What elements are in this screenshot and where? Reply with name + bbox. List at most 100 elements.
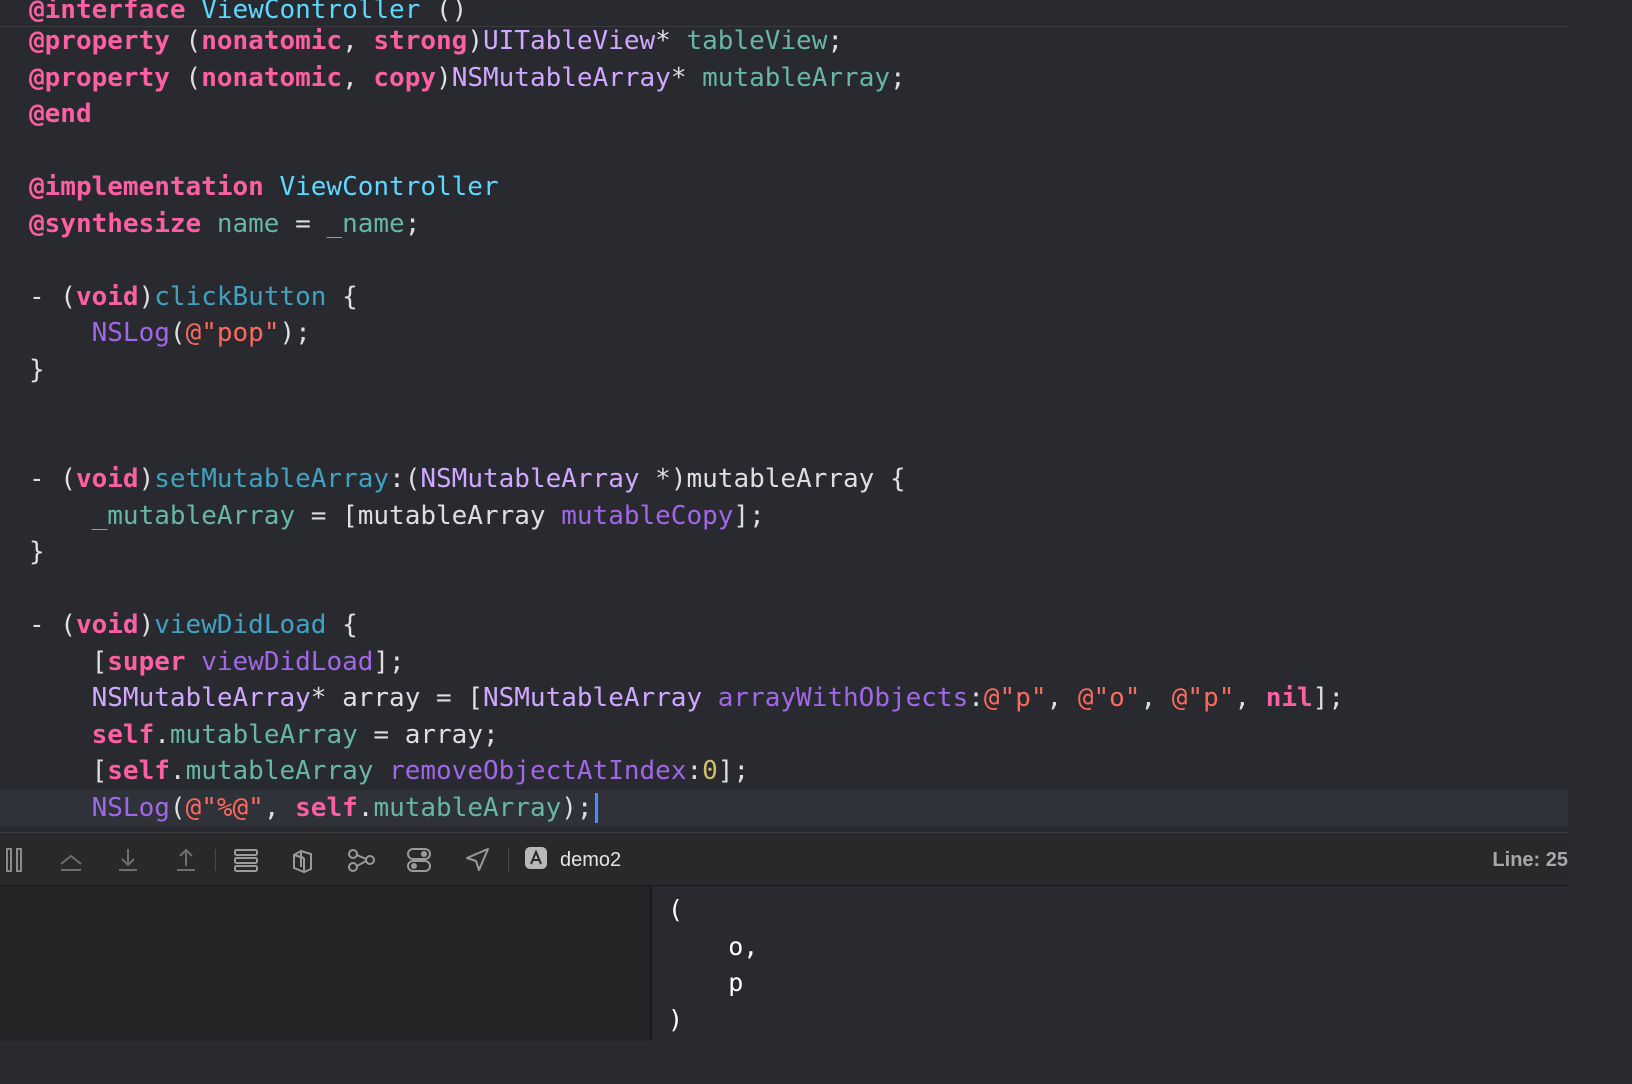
- code-token: [: [29, 646, 108, 677]
- code-line[interactable]: NSMutableArray* array = [NSMutableArray …: [0, 680, 1568, 717]
- code-token: ): [138, 610, 155, 640]
- code-line[interactable]: NSLog(@"pop");: [0, 315, 1568, 352]
- code-token: *: [670, 62, 703, 93]
- code-token: nonatomic: [201, 62, 343, 93]
- current-code-line[interactable]: NSLog(@"%@", self.mutableArray);: [0, 789, 1568, 826]
- environment-overrides-icon[interactable]: [345, 845, 377, 875]
- code-token: mutableArray: [702, 62, 890, 93]
- step-over-icon[interactable]: [55, 845, 87, 875]
- code-token: NSMutableArray: [451, 62, 671, 93]
- code-token: @property: [29, 62, 170, 93]
- code-token: }: [29, 354, 45, 385]
- step-out-icon[interactable]: [170, 845, 202, 875]
- console-line: o,: [668, 931, 759, 961]
- step-into-icon[interactable]: [112, 845, 144, 875]
- code-token: ;: [404, 208, 421, 239]
- debug-view-hierarchy-icon[interactable]: [230, 845, 262, 875]
- code-line[interactable]: }: [0, 534, 1568, 571]
- code-token: @implementation: [29, 172, 264, 202]
- code-token: }: [29, 537, 45, 567]
- code-token: ): [467, 26, 483, 56]
- code-line[interactable]: _mutableArray = [mutableArray mutableCop…: [0, 498, 1568, 535]
- location-arrow-icon[interactable]: [461, 845, 493, 875]
- code-token: ];: [717, 756, 750, 786]
- text-cursor: [594, 793, 598, 823]
- code-token: {: [326, 610, 358, 640]
- code-line[interactable]: [super viewDidLoad];: [0, 644, 1568, 681]
- variables-view[interactable]: [0, 886, 652, 1041]
- code-token: - (: [29, 281, 76, 312]
- code-token: @end: [29, 99, 92, 129]
- code-token: nil: [1265, 683, 1313, 713]
- console-line: (: [668, 895, 684, 924]
- code-token: (: [169, 318, 186, 348]
- hide-debug-area-icon[interactable]: [0, 845, 32, 875]
- code-line[interactable]: @implementation ViewController: [0, 169, 1568, 206]
- debug-bar: demo2 Line: 25: [0, 832, 1568, 886]
- code-line[interactable]: @synthesize name = _name;: [0, 206, 1568, 243]
- code-line[interactable]: [0, 388, 1568, 425]
- code-token: @interface: [29, 0, 186, 25]
- code-line[interactable]: self.mutableArray = array;: [0, 717, 1568, 754]
- code-token: NSLog: [91, 792, 170, 823]
- code-line[interactable]: @property (nonatomic, strong)UITableView…: [0, 23, 1568, 60]
- code-token: _mutableArray: [91, 500, 296, 531]
- code-line[interactable]: [0, 133, 1568, 170]
- code-token: );: [561, 792, 593, 823]
- code-token: (): [420, 0, 468, 25]
- code-token: - (: [29, 464, 76, 494]
- code-line[interactable]: [0, 242, 1568, 279]
- code-line[interactable]: - (void)viewDidLoad {: [0, 607, 1568, 644]
- code-token: NSMutableArray: [91, 683, 311, 713]
- code-token: (: [169, 26, 202, 56]
- code-token: ];: [373, 646, 405, 677]
- code-line[interactable]: - (void)setMutableArray:(NSMutableArray …: [0, 461, 1568, 498]
- code-token: self: [107, 756, 170, 786]
- code-token: @"o": [1077, 683, 1141, 713]
- debug-memory-graph-icon[interactable]: [287, 845, 319, 875]
- code-line[interactable]: @end: [0, 96, 1568, 133]
- code-token: ViewController: [201, 0, 421, 25]
- code-token: NSMutableArray: [420, 464, 640, 494]
- console-line: ): [668, 1004, 684, 1034]
- toolbar-separator: [508, 849, 509, 871]
- code-token: copy: [373, 62, 437, 93]
- code-token: mutableArray: [373, 792, 562, 823]
- toolbar-separator: [215, 849, 216, 871]
- code-token: :: [686, 756, 703, 786]
- console-output[interactable]: ( o, p): [654, 886, 1568, 1041]
- code-token: );: [279, 318, 311, 348]
- code-token: ViewController: [279, 172, 499, 202]
- simulate-location-icon[interactable]: [403, 845, 435, 875]
- code-token: @"pop": [185, 318, 280, 348]
- code-token: ,: [342, 62, 374, 93]
- code-token: NSMutableArray: [482, 683, 703, 713]
- code-token: UITableView: [482, 26, 656, 56]
- code-token: ,: [1046, 683, 1078, 713]
- line-indicator: Line: 25: [1492, 849, 1568, 871]
- code-token: mutableArray: [169, 719, 358, 750]
- code-line[interactable]: - (void)clickButton {: [0, 279, 1568, 316]
- code-token: mutableCopy: [561, 500, 734, 531]
- code-token: viewDidLoad: [201, 646, 374, 677]
- code-editor[interactable]: @interface ViewController () @property (n…: [0, 0, 1568, 832]
- scheme-selector[interactable]: demo2: [524, 845, 621, 875]
- code-token: nonatomic: [201, 26, 343, 56]
- code-token: clickButton: [154, 281, 327, 312]
- scheme-label: demo2: [560, 848, 622, 871]
- code-line[interactable]: [0, 425, 1568, 462]
- code-token: ;: [827, 26, 844, 56]
- code-line[interactable]: [self.mutableArray removeObjectAtIndex:0…: [0, 753, 1568, 790]
- code-token: @property: [29, 26, 170, 56]
- code-token: ,: [1234, 683, 1266, 713]
- code-line[interactable]: }: [0, 352, 1568, 389]
- code-line[interactable]: @property (nonatomic, copy)NSMutableArra…: [0, 60, 1568, 97]
- code-line[interactable]: [0, 571, 1568, 608]
